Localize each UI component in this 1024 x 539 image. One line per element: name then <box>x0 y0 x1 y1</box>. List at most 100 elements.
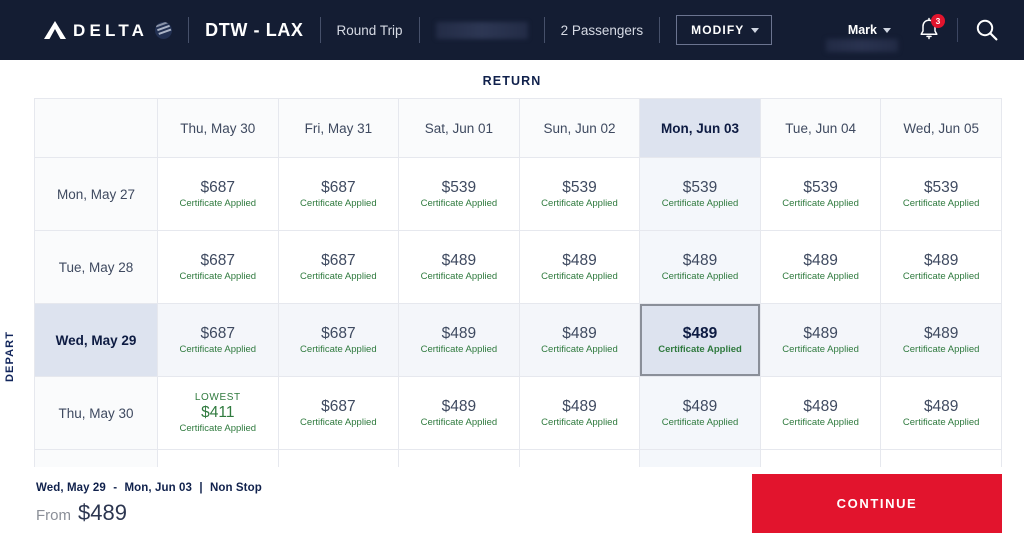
selected-itinerary-line: Wed, May 29 - Mon, Jun 03 | Non Stop <box>36 482 262 494</box>
fare-cell[interactable]: $687 Certificate Applied <box>157 157 279 231</box>
fare-cell-selected[interactable]: $489 Certificate Applied <box>639 303 761 377</box>
selected-return-date: Mon, Jun 03 <box>124 481 193 494</box>
passenger-count-label: 2 Passengers <box>560 22 644 38</box>
fare-cell-content: $687 Certificate Applied <box>279 252 399 282</box>
matrix-row-header-partial[interactable] <box>34 449 158 468</box>
matrix-row-header[interactable]: Wed, May 29 <box>34 303 158 377</box>
fare-price: $489 <box>441 325 477 342</box>
certificate-applied-label: Certificate Applied <box>661 198 739 209</box>
fare-cell[interactable]: $489 Certificate Applied <box>880 376 1002 450</box>
fare-cell[interactable]: $489 Certificate Applied <box>518 230 641 304</box>
matrix-column-header[interactable]: Tue, Jun 04 <box>759 98 882 158</box>
fare-cell[interactable]: $489 Certificate Applied <box>759 303 882 377</box>
matrix-row: Thu, May 30 LOWEST $411 Certificate Applied… <box>34 376 1002 450</box>
certificate-applied-label: Certificate Applied <box>902 271 980 282</box>
depart-heading: DEPART <box>4 330 16 382</box>
fare-cell[interactable]: $489 Certificate Applied <box>639 376 761 450</box>
fare-cell[interactable]: $489 Certificate Applied <box>639 230 761 304</box>
fare-cell[interactable]: $489 Certificate Applied <box>398 230 520 304</box>
notifications-button[interactable]: 3 <box>917 14 945 43</box>
fare-price: $489 <box>682 398 718 415</box>
certificate-applied-label: Certificate Applied <box>782 344 859 355</box>
fare-cell[interactable]: $687 Certificate Applied <box>277 230 400 304</box>
fare-cell[interactable]: $539 Certificate Applied <box>518 157 641 231</box>
certificate-applied-label: Certificate Applied <box>300 417 377 428</box>
fare-price: $411 <box>201 404 235 421</box>
fare-cell-content: $687 Certificate Applied <box>158 179 278 209</box>
fare-cell-partial[interactable] <box>639 449 761 468</box>
fare-cell-partial[interactable] <box>398 449 520 468</box>
fare-cell[interactable]: $687 Certificate Applied <box>277 376 400 450</box>
fare-cell[interactable]: $489 Certificate Applied <box>398 376 520 450</box>
matrix-column-header[interactable]: Thu, May 30 <box>157 98 279 158</box>
certificate-applied-label: Certificate Applied <box>541 198 618 209</box>
fare-cell-partial[interactable] <box>518 449 641 468</box>
matrix-row-header[interactable]: Mon, May 27 <box>34 157 158 231</box>
user-menu[interactable]: Mark <box>825 23 898 52</box>
fare-cell-content: $687 Certificate Applied <box>279 398 399 428</box>
fare-cell[interactable]: $539 Certificate Applied <box>639 157 761 231</box>
nav-divider <box>319 17 321 43</box>
certificate-applied-label: Certificate Applied <box>902 344 980 355</box>
matrix-body: Mon, May 27 $687 Certificate Applied $687 Ce… <box>34 157 1002 468</box>
fare-cell[interactable]: $489 Certificate Applied <box>880 230 1002 304</box>
matrix-corner-cell <box>34 98 158 158</box>
certificate-applied-label: Certificate Applied <box>420 198 498 209</box>
date-dash: - <box>113 481 118 494</box>
matrix-row-header[interactable]: Thu, May 30 <box>34 376 158 450</box>
fare-cell[interactable]: $539 Certificate Applied <box>880 157 1002 231</box>
fare-cell[interactable]: $539 Certificate Applied <box>759 157 882 231</box>
nav-left-group: DELTA DTW - LAX Round Trip 2 Passengers … <box>0 15 773 45</box>
fare-cell[interactable]: $687 Certificate Applied <box>157 230 279 304</box>
fare-cell[interactable]: $687 Certificate Applied <box>277 157 400 231</box>
fare-cell[interactable]: $687 Certificate Applied <box>157 303 279 377</box>
nav-divider <box>188 17 190 43</box>
certificate-applied-label: Certificate Applied <box>420 344 498 355</box>
fare-cell-content: $489 Certificate Applied <box>881 325 1001 355</box>
matrix-column-header[interactable]: Sat, Jun 01 <box>398 98 520 158</box>
delta-logo[interactable]: DELTA <box>44 20 173 40</box>
certificate-applied-label: Certificate Applied <box>300 198 377 209</box>
fare-cell-content: $489 Certificate Applied <box>640 398 760 428</box>
continue-button[interactable]: CONTINUE <box>752 474 1002 533</box>
nav-divider <box>659 17 661 43</box>
fare-cell[interactable]: $489 Certificate Applied <box>759 230 882 304</box>
matrix-column-header[interactable]: Fri, May 31 <box>277 98 400 158</box>
fare-cell-partial[interactable] <box>759 449 882 468</box>
matrix-column-header[interactable]: Mon, Jun 03 <box>639 98 761 158</box>
certificate-applied-label: Certificate Applied <box>782 271 859 282</box>
matrix-row: Tue, May 28 $687 Certificate Applied $687 Ce… <box>34 230 1002 304</box>
matrix-column-header[interactable]: Sun, Jun 02 <box>518 98 641 158</box>
modify-button-label: MODIFY <box>691 23 745 37</box>
from-label: From <box>36 506 71 524</box>
fare-cell-content: $489 Certificate Applied <box>761 325 881 355</box>
fare-cell[interactable]: $489 Certificate Applied <box>398 303 520 377</box>
delta-wordmark: DELTA <box>73 20 149 40</box>
fare-cell[interactable]: $687 Certificate Applied <box>277 303 400 377</box>
fare-price: $687 <box>200 325 236 342</box>
fare-cell[interactable]: $489 Certificate Applied <box>880 303 1002 377</box>
from-price-value: $489 <box>78 499 127 525</box>
fare-price: $539 <box>562 179 597 196</box>
fare-matrix-table: Thu, May 30 Fri, May 31 Sat, Jun 01 Sun, Ju… <box>34 98 1002 468</box>
fare-cell-partial[interactable] <box>277 449 400 468</box>
fare-cell-content: $489 Certificate Applied <box>399 398 519 428</box>
fare-cell-content: $687 Certificate Applied <box>279 325 399 355</box>
nav-divider <box>418 17 420 43</box>
modify-button[interactable]: MODIFY <box>676 15 773 45</box>
fare-price: $489 <box>803 252 838 269</box>
summary-separator: | <box>199 481 203 494</box>
fare-price: $489 <box>441 398 477 415</box>
matrix-row-header[interactable]: Tue, May 28 <box>34 230 158 304</box>
search-icon[interactable] <box>974 17 1000 43</box>
fare-cell[interactable]: LOWEST $411 Certificate Applied <box>157 376 279 450</box>
fare-cell-content: $687 Certificate Applied <box>158 252 278 282</box>
fare-cell-partial[interactable] <box>157 449 279 468</box>
fare-cell-partial[interactable] <box>880 449 1002 468</box>
fare-cell[interactable]: $539 Certificate Applied <box>398 157 520 231</box>
fare-cell-content: $539 Certificate Applied <box>520 179 640 209</box>
fare-cell[interactable]: $489 Certificate Applied <box>518 376 641 450</box>
fare-cell[interactable]: $489 Certificate Applied <box>518 303 641 377</box>
matrix-column-header[interactable]: Wed, Jun 05 <box>880 98 1002 158</box>
fare-cell[interactable]: $489 Certificate Applied <box>759 376 882 450</box>
